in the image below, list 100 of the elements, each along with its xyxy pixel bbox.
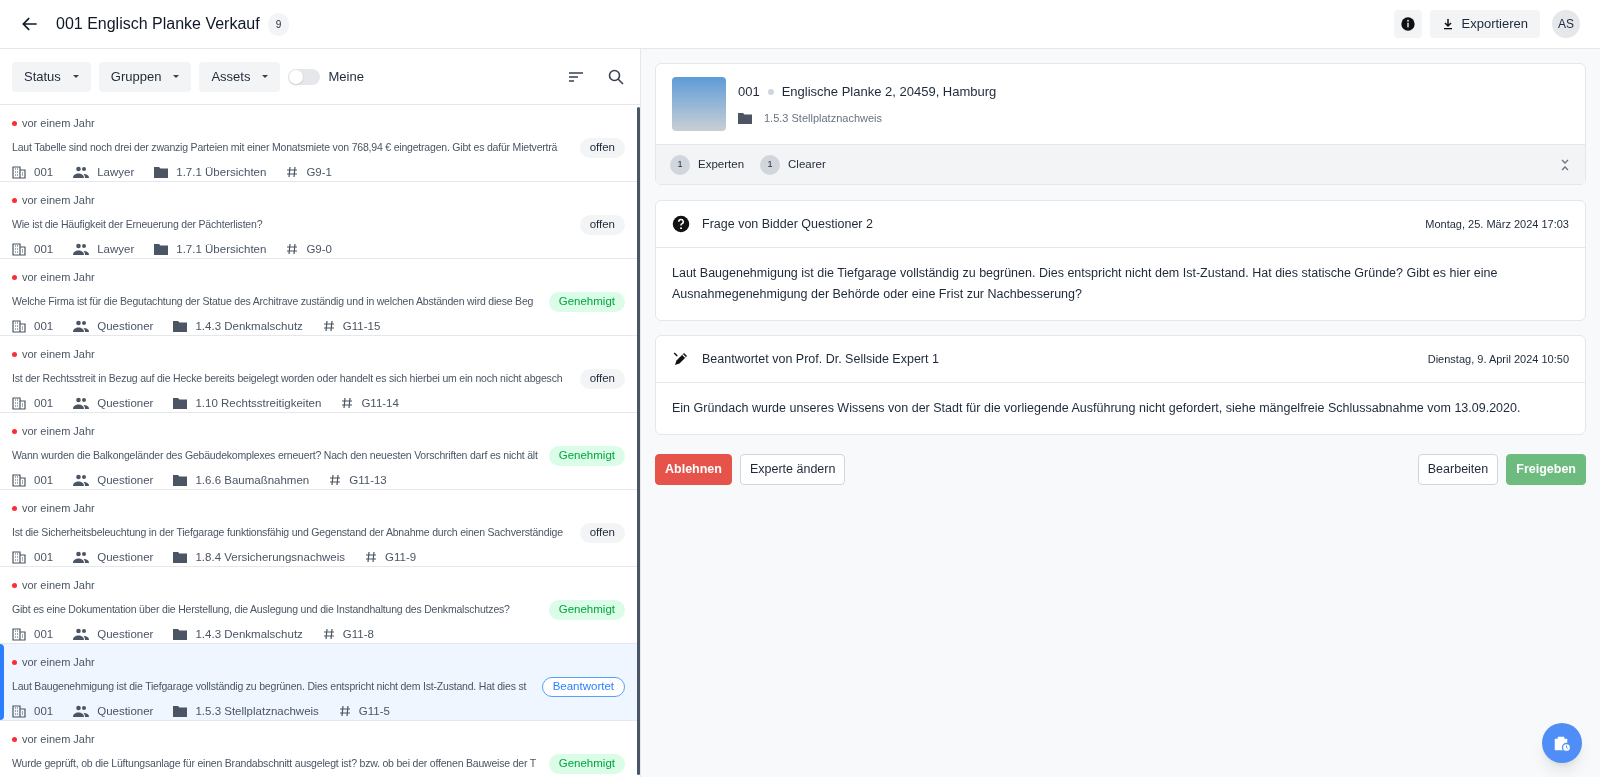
question-text: Welche Firma ist für die Begutachtung der Statue des Architrave zuständig und in welchen Abständen wird diese Beg (12, 293, 535, 309)
asset-label: 001 (34, 241, 54, 257)
timestamp: vor einem Jahr (22, 116, 95, 131)
question-text: Wann wurden die Balkongeländer des Gebäudekomplexes erneuert? Nach den neuesten Vorschriften darf es nicht ält (12, 447, 539, 463)
scrollbar[interactable] (637, 107, 640, 775)
status-badge: offen (579, 522, 625, 543)
role-label: Experten (698, 156, 745, 172)
hash-icon (322, 320, 335, 333)
asset-address: Englische Planke 2, 20459, Hamburg (781, 83, 997, 101)
people-icon (73, 166, 90, 179)
people-icon (73, 705, 90, 718)
folder-icon (173, 474, 188, 487)
status-badge: Beantwortet (541, 676, 625, 697)
folder-label: 1.4.3 Denkmalschutz (195, 626, 303, 642)
folder-icon (173, 705, 188, 718)
reference-label: G9-0 (306, 241, 332, 257)
download-icon (1441, 18, 1454, 30)
building-icon (12, 396, 26, 411)
caret-icon (72, 75, 79, 78)
status-badge: Genehmigt (548, 599, 625, 620)
timestamp: vor einem Jahr (22, 655, 95, 670)
asset-label: 001 (34, 395, 54, 411)
folder-icon (154, 166, 169, 179)
timestamp: vor einem Jahr (22, 193, 95, 208)
timestamp: vor einem Jahr (22, 424, 95, 439)
reference-label: G9-1 (306, 164, 332, 180)
people-icon (73, 397, 90, 410)
folder-label: 1.5.3 Stellplatznachweis (764, 110, 882, 126)
reference-label: G11-5 (358, 703, 390, 719)
building-icon (12, 165, 26, 180)
floating-action-button[interactable] (1542, 723, 1582, 763)
reference-label: G11-8 (342, 626, 374, 642)
question-row[interactable]: vor einem Jahr Laut Baugenehmigung ist die Tiefgarage vollständig zu begrünen. Dies entspricht nicht dem Ist-Zustand. Hat dies st Beantwortet 001 Questioner 1.5.3 Stellplatznachweis G11-5 (0, 644, 637, 721)
filter-dropdown[interactable]: Status (12, 61, 91, 92)
group-label: Questioner (97, 395, 154, 411)
people-icon (73, 474, 90, 487)
folder-label: 1.4.3 Denkmalschutz (195, 318, 303, 334)
people-icon (73, 551, 90, 564)
message-title: Beantwortet von Prof. Dr. Sellside Expert 1 (702, 350, 939, 368)
building-icon (12, 473, 26, 488)
group-label: Lawyer (97, 164, 135, 180)
reference-label: G11-13 (349, 472, 387, 488)
search-icon[interactable] (608, 68, 624, 85)
info-button[interactable] (1393, 10, 1422, 38)
status-badge: Genehmigt (548, 445, 625, 466)
group-label: Questioner (97, 318, 154, 334)
filter-dropdown[interactable]: Assets (199, 61, 281, 92)
hash-icon (338, 705, 351, 718)
group-label: Questioner (97, 549, 154, 565)
export-button[interactable]: Exportieren (1429, 10, 1540, 38)
hash-icon (286, 243, 299, 256)
folder-icon (738, 111, 752, 124)
building-icon (12, 550, 26, 565)
action-button[interactable]: Experte ändern (739, 454, 846, 485)
timestamp: vor einem Jahr (22, 270, 95, 285)
message-text: Ein Gründach wurde unseres Wissens von der Stadt für die vorliegende Ausführung nicht gefordert, siehe mängelfreie Schlussabnahme vom 13.09.2020. (671, 400, 1522, 417)
folder-icon (173, 551, 188, 564)
caret-icon (262, 75, 269, 78)
pen-icon (672, 350, 690, 368)
question-text: Gibt es eine Dokumentation über die Herstellung, die Auslegung und die Instandhaltung des Denkmalschutzes? (12, 601, 511, 617)
folder-icon (173, 397, 188, 410)
hash-icon (365, 551, 378, 564)
message-title: Frage von Bidder Questioner 2 (702, 215, 873, 233)
hash-icon (286, 166, 299, 179)
action-button[interactable]: Ablehnen (655, 454, 732, 485)
folder-icon (173, 320, 188, 333)
action-button[interactable]: Bearbeiten (1417, 454, 1499, 485)
question-text: Ist der Rechtsstreit in Bezug auf die Hecke bereits beigelegt worden oder handelt es sich hierbei um ein noch nicht abgesch (12, 370, 564, 386)
message-date: Dienstag, 9. April 2024 10:50 (1427, 351, 1569, 367)
timestamp: vor einem Jahr (22, 347, 95, 362)
folder-label: 1.7.1 Übersichten (176, 164, 267, 180)
question-text: Laut Tabelle sind noch drei der zwanzig Parteien mit einer Monatsmiete von 768,94 € eingetragen. Gibt es dafür Mietverträ (12, 139, 559, 155)
question-text: Laut Baugenehmigung ist die Tiefgarage vollständig zu begrünen. Dies entspricht nicht dem Ist-Zustand. Hat dies st (12, 678, 528, 694)
asset-number: 001 (738, 83, 760, 101)
building-icon (12, 627, 26, 642)
group-label: Questioner (97, 626, 154, 642)
user-avatar[interactable]: AS (1552, 10, 1580, 38)
status-badge: Genehmigt (548, 291, 625, 312)
folder-label: 1.5.3 Stellplatznachweis (195, 703, 319, 719)
filter-dropdown[interactable]: Gruppen (98, 61, 192, 92)
collapse-icon[interactable] (1559, 158, 1571, 171)
question-text: Ist die Sicherheitsbeleuchtung in der Tiefgarage funktionsfähig und Gegenstand der Abnahme durch einen Sachverständige (12, 524, 564, 540)
reference-label: G11-9 (385, 549, 417, 565)
people-icon (73, 243, 90, 256)
page-title: 001 Englisch Planke Verkauf (56, 14, 260, 34)
folder-label: 1.10 Rechtsstreitigkeiten (195, 395, 322, 411)
folder-icon (173, 628, 188, 641)
toggle-switch[interactable] (288, 68, 321, 85)
status-badge: offen (579, 137, 625, 158)
hash-icon (329, 474, 342, 487)
hash-icon (322, 628, 335, 641)
asset-label: 001 (34, 318, 54, 334)
question-text: Wie ist die Häufigkeit der Erneuerung der Pächterlisten? (12, 216, 264, 232)
people-icon (73, 628, 90, 641)
status-badge: offen (579, 368, 625, 389)
hash-icon (341, 397, 354, 410)
building-icon (12, 242, 26, 257)
people-icon (73, 320, 90, 333)
status-badge: Genehmigt (548, 753, 625, 774)
question-icon (672, 215, 690, 233)
